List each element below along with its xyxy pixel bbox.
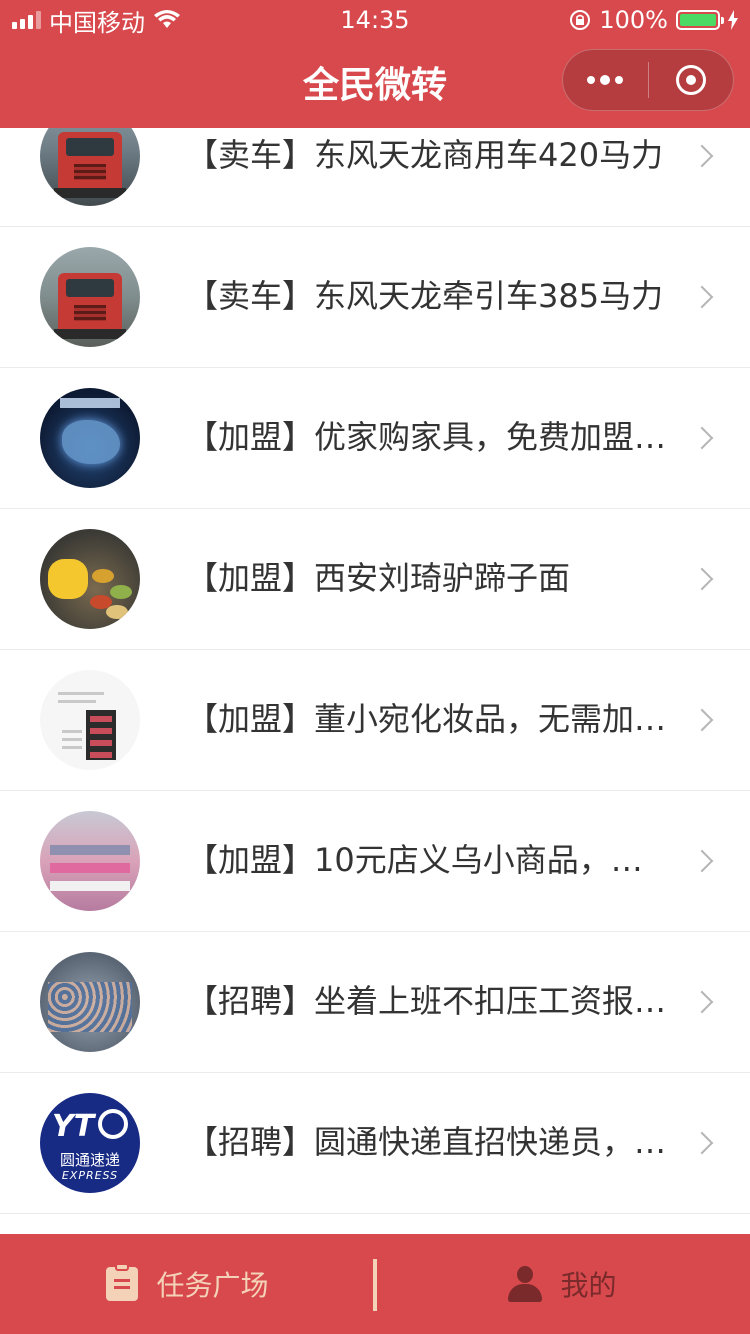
tab-task-square[interactable]: 任务广场 bbox=[0, 1234, 375, 1334]
list-item-title: 【卖车】东风天龙牵引车385马力 bbox=[186, 277, 664, 315]
rotation-lock-icon bbox=[570, 10, 591, 30]
task-list[interactable]: 【卖车】东风天龙商用车420马力 【卖车】东风天龙牵引车385马力 【加盟】优家… bbox=[0, 128, 750, 1234]
yto-cn-text: 圆通速递 bbox=[59, 1151, 120, 1169]
list-item[interactable]: 【加盟】10元店义乌小商品，… bbox=[0, 791, 750, 932]
truck-thumbnail bbox=[40, 247, 140, 347]
battery-icon bbox=[676, 10, 724, 30]
list-item-title: 【加盟】西安刘琦驴蹄子面 bbox=[186, 559, 571, 597]
chevron-right-icon bbox=[690, 144, 714, 168]
list-item-title: 【加盟】10元店义乌小商品，… bbox=[186, 841, 643, 879]
list-item[interactable]: YT 圆通速递 EXPRESS 【招聘】圆通快递直招快递员，… bbox=[0, 1073, 750, 1214]
list-item-title: 【招聘】坐着上班不扣压工资报… bbox=[186, 982, 666, 1020]
chevron-right-icon bbox=[690, 567, 714, 591]
shop-thumbnail bbox=[40, 811, 140, 911]
target-icon bbox=[675, 65, 706, 95]
miniprogram-capsule bbox=[562, 49, 734, 111]
list-item[interactable]: 【卖车】东风天龙牵引车385马力 bbox=[0, 227, 750, 368]
list-item[interactable]: 【加盟】西安刘琦驴蹄子面 bbox=[0, 509, 750, 650]
person-icon bbox=[508, 1266, 543, 1302]
list-item-title: 【卖车】东风天龙商用车420马力 bbox=[186, 136, 664, 174]
charging-icon bbox=[728, 10, 738, 30]
tab-mine-label: 我的 bbox=[560, 1269, 617, 1302]
list-item-title: 【加盟】董小宛化妆品，无需加… bbox=[186, 700, 666, 738]
chevron-right-icon bbox=[690, 1131, 714, 1155]
chevron-right-icon bbox=[690, 708, 714, 732]
yto-logo-thumbnail: YT 圆通速递 EXPRESS bbox=[40, 1093, 140, 1193]
list-item[interactable]: 【加盟】董小宛化妆品，无需加… bbox=[0, 650, 750, 791]
list-item[interactable]: 【卖车】东风天龙商用车420马力 bbox=[0, 128, 750, 227]
tab-task-square-label: 任务广场 bbox=[156, 1269, 269, 1302]
list-item-title: 【招聘】圆通快递直招快递员，… bbox=[186, 1123, 666, 1161]
list-item-title: 【加盟】优家购家具，免费加盟… bbox=[186, 418, 666, 456]
chevron-right-icon bbox=[690, 426, 714, 450]
chevron-right-icon bbox=[690, 849, 714, 873]
tab-mine[interactable]: 我的 bbox=[375, 1234, 750, 1334]
battery-percent: 100% bbox=[599, 6, 668, 34]
yto-en-text: EXPRESS bbox=[61, 1169, 119, 1182]
group-photo-thumbnail bbox=[40, 952, 140, 1052]
more-icon bbox=[587, 76, 596, 84]
clipboard-icon bbox=[106, 1263, 139, 1301]
close-button[interactable] bbox=[649, 50, 734, 110]
list-item[interactable]: 【加盟】优家购家具，免费加盟… bbox=[0, 368, 750, 509]
yto-ring-icon bbox=[98, 1109, 128, 1139]
chevron-right-icon bbox=[690, 285, 714, 309]
list-item[interactable]: 【招聘】坐着上班不扣压工资报… bbox=[0, 932, 750, 1073]
status-bar: 中国移动 14:35 100% bbox=[0, 0, 750, 40]
truck-thumbnail bbox=[40, 128, 140, 206]
tab-bar: 任务广场 我的 bbox=[0, 1234, 750, 1334]
cosmetics-thumbnail bbox=[40, 670, 140, 770]
yto-mark: YT bbox=[52, 1109, 95, 1144]
food-thumbnail bbox=[40, 529, 140, 629]
more-button[interactable] bbox=[563, 50, 648, 110]
nav-header: 中国移动 14:35 100% 全民微转 bbox=[0, 0, 750, 128]
map-thumbnail bbox=[40, 388, 140, 488]
chevron-right-icon bbox=[690, 990, 714, 1014]
status-right: 100% bbox=[569, 6, 738, 34]
